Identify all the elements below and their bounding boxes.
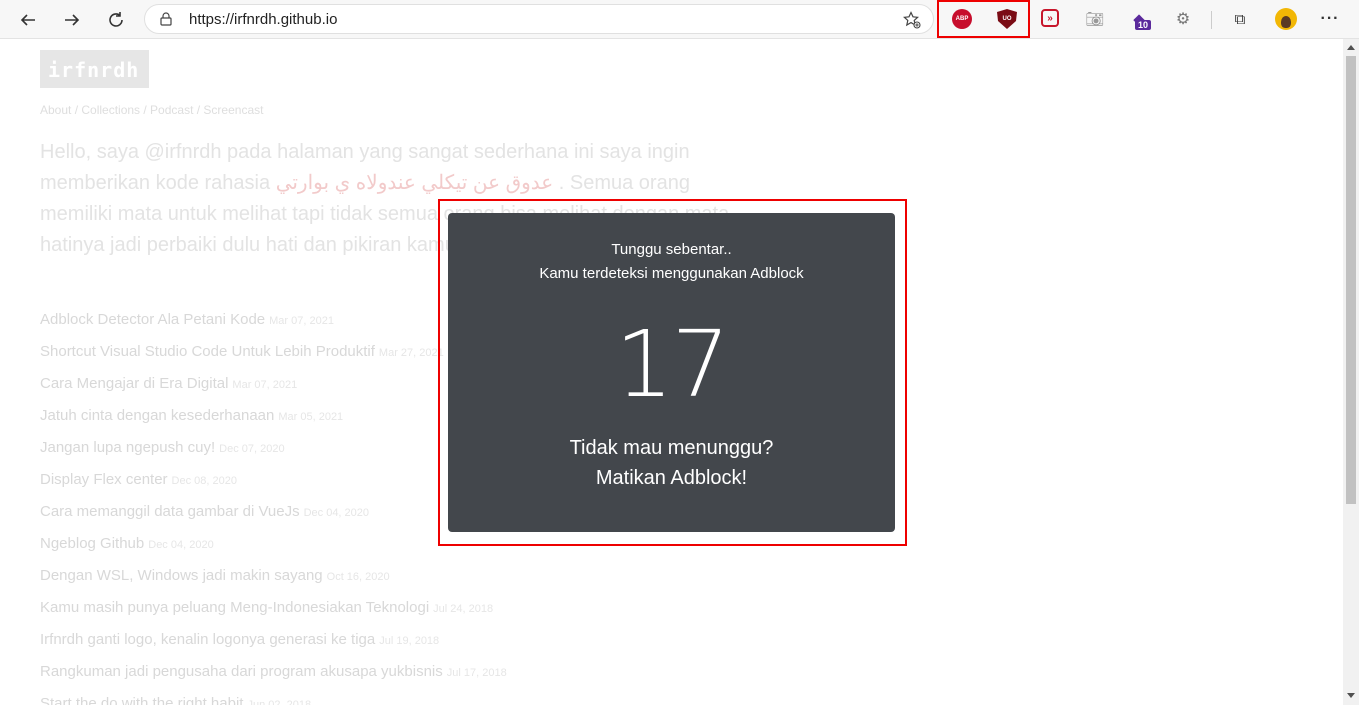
browser-toolbar: https://irfnrdh.github.io ABP UO » 📷︎ ◆ …: [0, 0, 1359, 39]
back-arrow-icon: [20, 14, 35, 26]
modal-action-text: Matikan Adblock!: [595, 467, 748, 489]
forward-button[interactable]: [58, 6, 86, 34]
post-title[interactable]: Kamu masih punya peluang Meng-Indonesiak…: [40, 599, 429, 616]
post-item[interactable]: Dengan WSL, Windows jadi makin sayang Oct…: [40, 567, 507, 599]
scrollbar[interactable]: [1343, 39, 1359, 705]
post-item[interactable]: Adblock Detector Ala Petani Kode Mar 07, …: [40, 311, 507, 343]
post-date: Mar 27, 2021: [378, 347, 444, 359]
post-title[interactable]: Cara Mengajar di Era Digital: [40, 375, 228, 392]
adblock-modal: Tunggu sebentar.. Kamu terdeteksi menggu…: [448, 213, 895, 532]
adblock-plus-icon[interactable]: ABP: [952, 9, 972, 29]
post-title[interactable]: Jangan lupa ngepush cuy!: [40, 439, 215, 456]
site-logo[interactable]: irfnrdh: [40, 50, 149, 88]
post-list: Adblock Detector Ala Petani Kode Mar 07, …: [40, 311, 507, 705]
post-item[interactable]: Ngeblog Github Dec 04, 2020: [40, 535, 507, 567]
fast-forward-icon[interactable]: »: [1041, 9, 1059, 27]
modal-question: Tidak mau menunggu?: [569, 437, 774, 459]
back-button[interactable]: [14, 6, 42, 34]
refresh-icon: [109, 12, 123, 27]
post-date: Dec 04, 2020: [303, 507, 370, 519]
address-bar[interactable]: https://irfnrdh.github.io: [144, 4, 934, 34]
camera-icon[interactable]: 📷︎: [1085, 9, 1105, 29]
post-title[interactable]: Dengan WSL, Windows jadi makin sayang: [40, 567, 323, 584]
post-date: Mar 07, 2021: [269, 315, 334, 327]
countdown-number: 17: [614, 311, 730, 418]
lock-icon: [160, 12, 172, 26]
post-date: Oct 16, 2020: [326, 571, 390, 583]
forward-arrow-icon: [65, 14, 80, 26]
post-item[interactable]: Shortcut Visual Studio Code Untuk Lebih …: [40, 343, 507, 375]
post-title[interactable]: Rangkuman jadi pengusaha dari program ak…: [40, 663, 443, 680]
post-title[interactable]: Display Flex center: [40, 471, 168, 488]
post-title[interactable]: Irfnrdh ganti logo, kenalin logonya gene…: [40, 631, 375, 648]
post-date: Dec 07, 2020: [219, 443, 285, 455]
post-date: Jul 19, 2018: [379, 635, 440, 647]
post-title[interactable]: Jatuh cinta dengan kesederhanaan: [40, 407, 274, 424]
post-title[interactable]: Cara memanggil data gambar di VueJs: [40, 503, 300, 520]
toolbar-divider: [1211, 11, 1212, 29]
post-item[interactable]: Jatuh cinta dengan kesederhanaan Mar 05, …: [40, 407, 507, 439]
favorite-star-icon[interactable]: [903, 11, 921, 29]
post-title[interactable]: Shortcut Visual Studio Code Untuk Lebih …: [40, 343, 375, 360]
post-title[interactable]: Ngeblog Github: [40, 535, 144, 552]
site-menu[interactable]: About / Collections / Podcast / Screenca…: [40, 103, 263, 117]
post-item[interactable]: Irfnrdh ganti logo, kenalin logonya gene…: [40, 631, 507, 663]
gear-icon[interactable]: ⚙: [1173, 9, 1193, 29]
url-text: https://irfnrdh.github.io: [189, 11, 338, 28]
post-item[interactable]: Jangan lupa ngepush cuy! Dec 07, 2020: [40, 439, 507, 471]
post-date: Jun 02, 2018: [247, 699, 312, 705]
post-date: Jul 17, 2018: [446, 667, 507, 679]
scroll-thumb[interactable]: [1346, 56, 1356, 504]
post-item[interactable]: Display Flex center Dec 08, 2020: [40, 471, 507, 503]
extension-badge: 10: [1135, 20, 1152, 30]
post-date: Dec 08, 2020: [171, 475, 237, 487]
post-title[interactable]: Start the do with the right habit: [40, 695, 243, 705]
post-date: Jul 24, 2018: [433, 603, 494, 615]
intro-arabic-text: عدوق عن تيكلي عندولاه ي بوارتي: [275, 172, 554, 194]
refresh-button[interactable]: [102, 6, 130, 34]
collections-icon[interactable]: ⧉: [1230, 9, 1250, 29]
post-item[interactable]: Kamu masih punya peluang Meng-Indonesiak…: [40, 599, 507, 631]
avatar-face: [1281, 15, 1291, 28]
more-menu-icon[interactable]: ···: [1320, 9, 1340, 29]
post-title[interactable]: Adblock Detector Ala Petani Kode: [40, 311, 265, 328]
post-item[interactable]: Cara memanggil data gambar di VueJs Dec 0…: [40, 503, 507, 535]
modal-wait-text: Tunggu sebentar..: [611, 241, 732, 258]
post-date: Mar 07, 2021: [232, 379, 298, 391]
post-date: Dec 04, 2020: [148, 539, 214, 551]
scroll-down-arrow[interactable]: [1347, 693, 1355, 698]
modal-detected-text: Kamu terdeteksi menggunakan Adblock: [539, 265, 804, 282]
post-item[interactable]: Rangkuman jadi pengusaha dari program ak…: [40, 663, 507, 695]
post-item[interactable]: Cara Mengajar di Era Digital Mar 07, 2021: [40, 375, 507, 407]
profile-avatar[interactable]: [1275, 8, 1297, 30]
scroll-up-arrow[interactable]: [1347, 45, 1355, 50]
post-item[interactable]: Start the do with the right habit Jun 02,…: [40, 695, 507, 705]
post-date: Mar 05, 2021: [278, 411, 344, 423]
